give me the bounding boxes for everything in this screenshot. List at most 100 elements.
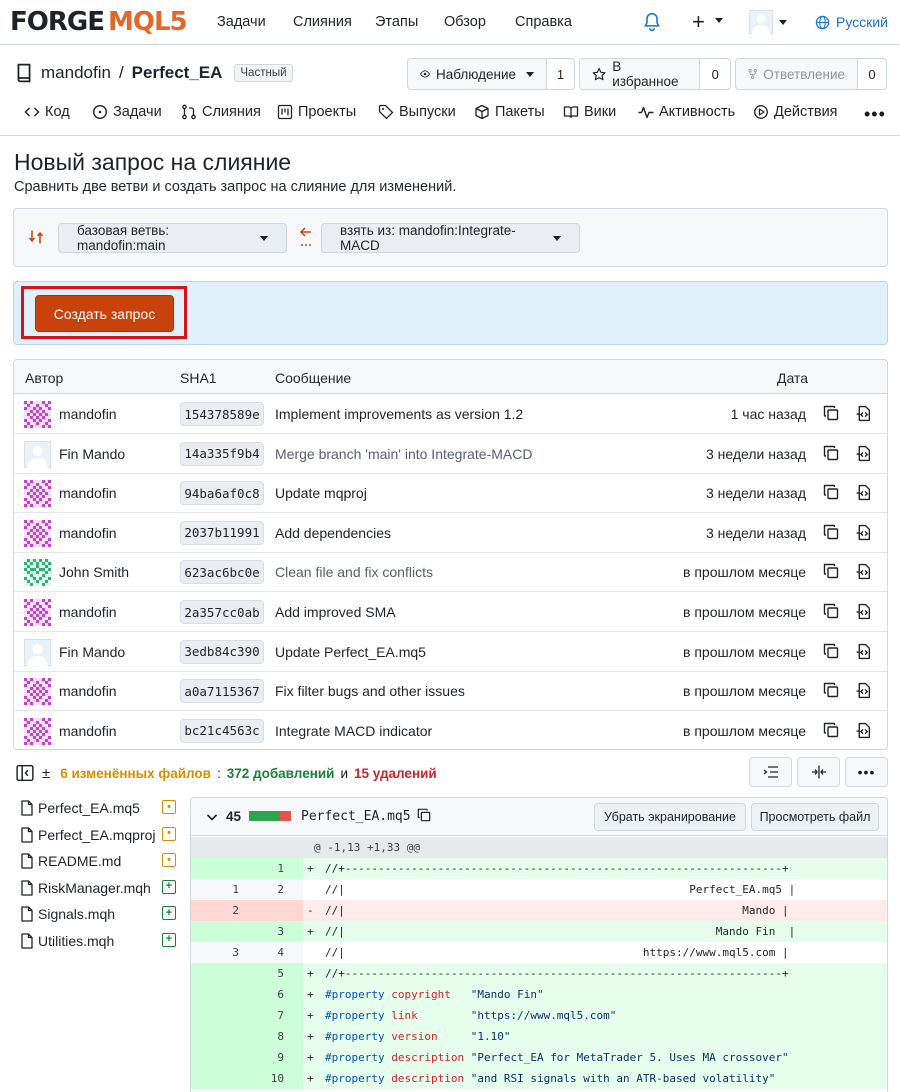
copy-icon[interactable]	[823, 603, 839, 619]
new-line-number[interactable]: 9	[239, 1051, 284, 1064]
copy-icon[interactable]	[823, 563, 839, 579]
copy-icon[interactable]	[417, 808, 431, 822]
commit-sha[interactable]: 623ac6bc0e	[180, 560, 264, 585]
commit-sha[interactable]: bc21c4563c	[180, 718, 264, 743]
commit-sha[interactable]: 94ba6af0c8	[180, 481, 264, 506]
avatar[interactable]	[24, 717, 51, 745]
browse-files-icon[interactable]	[855, 484, 872, 501]
commit-author[interactable]: mandofin	[59, 723, 117, 739]
copy-icon[interactable]	[823, 643, 839, 659]
commit-sha[interactable]: 14a335f9b4	[180, 441, 264, 466]
tab-projects[interactable]: Проекты	[277, 104, 356, 120]
commit-message[interactable]: Fix filter bugs and other issues	[275, 683, 465, 699]
tab-releases[interactable]: Выпуски	[378, 104, 456, 120]
commit-author[interactable]: mandofin	[59, 525, 117, 541]
avatar[interactable]	[24, 559, 51, 587]
whitespace-toggle-button[interactable]	[749, 757, 792, 787]
file-tree-item[interactable]: Utilities.mqh +	[20, 930, 178, 952]
repo-name-link[interactable]: Perfect_EA	[132, 63, 223, 83]
commit-sha[interactable]: 3edb84c390	[180, 639, 264, 664]
commit-sha[interactable]: 2037b11991	[180, 520, 264, 545]
file-name[interactable]: Perfect_EA.mq5	[301, 809, 411, 824]
old-line-number[interactable]: 1	[191, 883, 239, 896]
avatar[interactable]	[24, 678, 51, 706]
star-button[interactable]: В избранное	[580, 59, 701, 89]
commit-message[interactable]: Merge branch 'main' into Integrate-MACD	[275, 446, 532, 462]
changed-files-count[interactable]: 6 изменённых файлов	[60, 766, 211, 781]
nav-issues[interactable]: Задачи	[217, 14, 266, 30]
commit-message[interactable]: Clean file and fix conflicts	[275, 564, 433, 580]
forge-logo[interactable]: FORGE MQL5	[10, 7, 188, 37]
avatar[interactable]	[24, 519, 51, 547]
repo-owner-link[interactable]: mandofin	[41, 63, 111, 83]
unescape-button[interactable]: Убрать экранирование	[594, 803, 746, 831]
watch-count[interactable]: 1	[547, 59, 574, 89]
more-tabs-icon[interactable]: •••	[864, 104, 886, 125]
browse-files-icon[interactable]	[855, 603, 872, 620]
toggle-file-tree-icon[interactable]	[16, 764, 34, 782]
tab-code[interactable]: Код	[24, 104, 70, 120]
commit-author[interactable]: John Smith	[59, 564, 129, 580]
commit-message[interactable]: Update mqproj	[275, 485, 367, 501]
tab-pulls[interactable]: Слияния	[181, 104, 261, 120]
view-file-button[interactable]: Просмотреть файл	[751, 803, 879, 831]
commit-author[interactable]: mandofin	[59, 604, 117, 620]
new-line-number[interactable]: 4	[239, 946, 284, 959]
language-selector[interactable]: Русский	[815, 14, 888, 30]
avatar[interactable]	[24, 480, 51, 508]
nav-milestones[interactable]: Этапы	[375, 14, 418, 30]
commit-author[interactable]: mandofin	[59, 485, 117, 501]
commit-message[interactable]: Implement improvements as version 1.2	[275, 406, 523, 422]
new-line-number[interactable]: 6	[239, 988, 284, 1001]
copy-icon[interactable]	[823, 405, 839, 421]
browse-files-icon[interactable]	[855, 563, 872, 580]
nav-help[interactable]: Справка	[515, 14, 572, 30]
avatar[interactable]	[24, 401, 51, 428]
commit-message[interactable]: Integrate MACD indicator	[275, 723, 432, 739]
file-tree-item[interactable]: RiskManager.mqh +	[20, 877, 178, 899]
commit-message[interactable]: Update Perfect_EA.mq5	[275, 644, 426, 660]
chevron-down-icon[interactable]	[205, 810, 219, 824]
base-branch-select[interactable]: базовая ветвь: mandofin:main	[58, 223, 287, 253]
new-line-number[interactable]: 3	[239, 925, 284, 938]
old-line-number[interactable]: 2	[191, 904, 239, 917]
copy-icon[interactable]	[823, 524, 839, 540]
diff-hunk-header[interactable]: @ -1,13 +1,33 @@	[191, 837, 887, 858]
copy-icon[interactable]	[823, 484, 839, 500]
tab-actions[interactable]: Действия	[753, 104, 838, 120]
user-menu[interactable]	[749, 10, 789, 34]
new-line-number[interactable]: 5	[239, 967, 284, 980]
star-count[interactable]: 0	[700, 59, 730, 89]
nav-explore[interactable]: Обзор	[444, 14, 486, 30]
split-view-button[interactable]	[797, 757, 840, 787]
create-pull-request-button[interactable]: Создать запрос	[35, 295, 174, 332]
file-tree-item[interactable]: Perfect_EA.mq5 •	[20, 797, 178, 819]
commit-message[interactable]: Add dependencies	[275, 525, 391, 541]
new-line-number[interactable]: 1	[239, 862, 284, 875]
file-tree-item[interactable]: README.md •	[20, 850, 178, 872]
commit-author[interactable]: mandofin	[59, 406, 117, 422]
browse-files-icon[interactable]	[855, 643, 872, 660]
copy-icon[interactable]	[823, 682, 839, 698]
file-tree-item[interactable]: Signals.mqh +	[20, 903, 178, 925]
bell-icon[interactable]	[643, 12, 661, 32]
avatar[interactable]	[23, 440, 52, 469]
avatar[interactable]	[23, 638, 52, 667]
new-line-number[interactable]: 8	[239, 1030, 284, 1043]
browse-files-icon[interactable]	[855, 405, 872, 422]
commit-sha[interactable]: 154378589e	[180, 402, 264, 426]
browse-files-icon[interactable]	[855, 722, 872, 739]
browse-files-icon[interactable]	[855, 445, 872, 462]
commit-sha[interactable]: 2a357cc0ab	[180, 600, 264, 624]
tab-wiki[interactable]: Вики	[563, 104, 616, 120]
copy-icon[interactable]	[823, 722, 839, 738]
new-line-number[interactable]: 7	[239, 1009, 284, 1022]
new-line-number[interactable]: 2	[239, 883, 284, 896]
diff-options-button[interactable]: •••	[845, 757, 888, 787]
avatar[interactable]	[24, 599, 51, 626]
new-line-number[interactable]: 10	[239, 1072, 284, 1085]
browse-files-icon[interactable]	[855, 524, 872, 541]
tab-activity[interactable]: Активность	[638, 104, 735, 120]
commit-message[interactable]: Add improved SMA	[275, 604, 396, 620]
commit-author[interactable]: Fin Mando	[59, 644, 125, 660]
